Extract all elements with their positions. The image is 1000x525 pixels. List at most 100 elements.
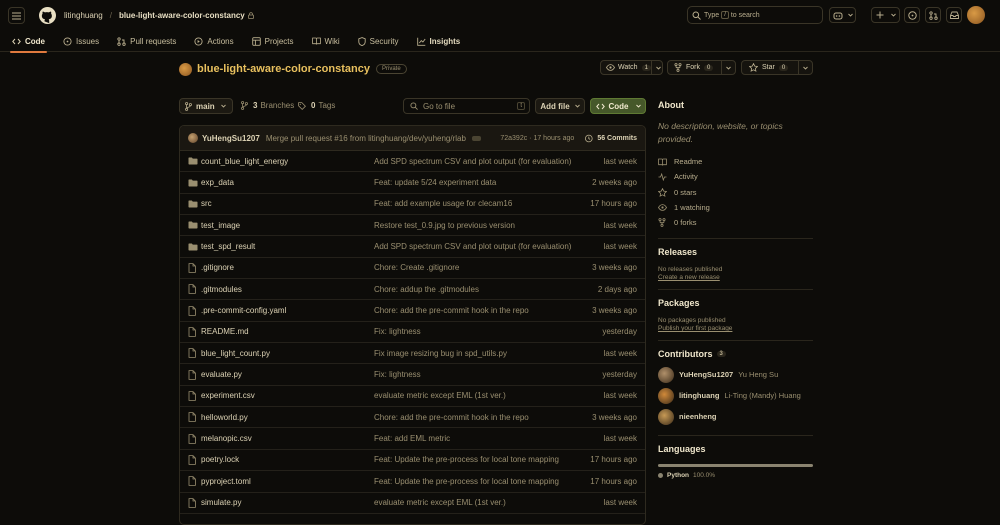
packages-title[interactable]: Packages xyxy=(658,298,813,308)
publish-package-link[interactable]: Publish your first package xyxy=(658,325,813,332)
file-row[interactable]: pyproject.toml Feat: Update the pre-proce… xyxy=(180,471,645,493)
file-commit-message[interactable]: Feat: add EML metric xyxy=(374,434,450,443)
repo-owner-avatar[interactable] xyxy=(179,62,192,76)
releases-title[interactable]: Releases xyxy=(658,247,813,257)
contributor-avatar[interactable] xyxy=(658,366,674,383)
contributor-username[interactable]: nieenheng xyxy=(679,412,717,421)
file-row[interactable]: .gitignore Chore: Create .gitignore 3 week… xyxy=(180,258,645,280)
add-file-button[interactable]: Add file xyxy=(535,98,585,114)
file-name[interactable]: melanopic.csv xyxy=(201,434,252,443)
global-search-input[interactable]: Type / to search xyxy=(687,6,823,24)
issues-shortcut-button[interactable] xyxy=(904,7,920,23)
file-name[interactable]: README.md xyxy=(201,327,249,336)
file-name[interactable]: experiment.csv xyxy=(201,391,255,400)
breadcrumb-owner[interactable]: litinghuang xyxy=(64,11,103,20)
file-commit-message[interactable]: Add SPD spectrum CSV and plot output (fo… xyxy=(374,157,571,166)
commit-hash-time[interactable]: 72a392c · 17 hours ago xyxy=(500,135,574,142)
file-name[interactable]: .gitmodules xyxy=(201,285,242,294)
file-name[interactable]: .gitignore xyxy=(201,263,234,272)
tab-projects[interactable]: Projects xyxy=(250,31,296,52)
file-name[interactable]: test_spd_result xyxy=(201,242,255,251)
create-release-link[interactable]: Create a new release xyxy=(658,274,813,281)
hamburger-menu-icon[interactable] xyxy=(8,7,25,24)
language-item[interactable]: Python 100.0% xyxy=(658,472,813,479)
repo-name[interactable]: blue-light-aware-color-constancy xyxy=(197,63,370,75)
copilot-button[interactable] xyxy=(829,7,856,23)
about-item[interactable]: Activity xyxy=(658,169,813,184)
file-commit-message[interactable]: Add SPD spectrum CSV and plot output (fo… xyxy=(374,242,571,251)
file-row[interactable]: evaluate.py Fix: lightness yesterday xyxy=(180,364,645,386)
contributor-username[interactable]: litinghuang xyxy=(679,391,719,400)
file-commit-message[interactable]: Restore test_0.9.jpg to previous version xyxy=(374,221,515,230)
contributor-item[interactable]: YuHengSu1207 Yu Heng Su xyxy=(658,364,813,385)
contributors-title[interactable]: Contributors xyxy=(658,349,713,359)
file-row[interactable]: README.md Fix: lightness yesterday xyxy=(180,322,645,344)
file-commit-message[interactable]: evaluate metric except EML (1st ver.) xyxy=(374,391,506,400)
tags-link[interactable]: 0 Tags xyxy=(298,101,335,110)
go-to-file-input[interactable]: Go to file t xyxy=(403,98,530,114)
file-commit-message[interactable]: Fix: lightness xyxy=(374,370,421,379)
contributor-username[interactable]: YuHengSu1207 xyxy=(679,370,733,379)
chevron-down-icon[interactable] xyxy=(798,61,812,74)
file-commit-message[interactable]: Feat: Update the pre-process for local t… xyxy=(374,477,559,486)
user-avatar[interactable] xyxy=(967,6,985,24)
file-row[interactable]: test_image Restore test_0.9.jpg to previo… xyxy=(180,215,645,237)
code-button[interactable]: Code xyxy=(590,98,646,114)
file-commit-message[interactable]: Fix image resizing bug in spd_utils.py xyxy=(374,349,507,358)
file-name[interactable]: evaluate.py xyxy=(201,370,242,379)
contributor-item[interactable]: litinghuang Li-Ting (Mandy) Huang xyxy=(658,385,813,406)
file-name[interactable]: helloworld.py xyxy=(201,413,248,422)
file-name[interactable]: simulate.py xyxy=(201,498,241,507)
commit-message[interactable]: Merge pull request #16 from litinghuang/… xyxy=(266,134,466,143)
tab-pull-requests[interactable]: Pull requests xyxy=(115,31,178,52)
file-commit-message[interactable]: Feat: Update the pre-process for local t… xyxy=(374,455,559,464)
file-commit-message[interactable]: Feat: update 5/24 experiment data xyxy=(374,178,496,187)
file-name[interactable]: pyproject.toml xyxy=(201,477,251,486)
contributor-avatar[interactable] xyxy=(658,387,674,404)
tab-security[interactable]: Security xyxy=(356,31,401,52)
breadcrumb-repo[interactable]: blue-light-aware-color-constancy xyxy=(119,11,245,20)
file-row[interactable]: helloworld.py Chore: add the pre-commit h… xyxy=(180,407,645,429)
inbox-button[interactable] xyxy=(946,7,962,23)
file-row[interactable]: melanopic.csv Feat: add EML metric last we… xyxy=(180,428,645,450)
file-row[interactable]: .pre-commit-config.yaml Chore: add the pr… xyxy=(180,300,645,322)
branch-selector[interactable]: main xyxy=(179,98,233,114)
create-new-button[interactable] xyxy=(871,7,900,23)
file-row[interactable]: .gitmodules Chore: addup the .gitmodules 2… xyxy=(180,279,645,301)
commit-author[interactable]: YuHengSu1207 xyxy=(202,134,260,143)
chevron-down-icon[interactable] xyxy=(650,61,665,74)
file-commit-message[interactable]: Chore: addup the .gitmodules xyxy=(374,285,479,294)
file-row[interactable]: src Feat: add example usage for clecam16 1… xyxy=(180,194,645,216)
commit-author-avatar[interactable] xyxy=(188,133,198,143)
branches-link[interactable]: 3 Branches xyxy=(241,101,294,110)
file-row[interactable]: simulate.py evaluate metric except EML (1… xyxy=(180,493,645,514)
file-commit-message[interactable]: Fix: lightness xyxy=(374,327,421,336)
about-item[interactable]: 1 watching xyxy=(658,200,813,215)
tab-wiki[interactable]: Wiki xyxy=(310,31,342,52)
chevron-down-icon[interactable] xyxy=(721,61,735,74)
file-commit-message[interactable]: Chore: add the pre-commit hook in the re… xyxy=(374,306,529,315)
tab-actions[interactable]: Actions xyxy=(192,31,235,52)
file-name[interactable]: src xyxy=(201,199,212,208)
about-item[interactable]: 0 stars xyxy=(658,185,813,200)
contributor-item[interactable]: nieenheng xyxy=(658,406,813,427)
file-commit-message[interactable]: Chore: add the pre-commit hook in the re… xyxy=(374,413,529,422)
file-name[interactable]: blue_light_count.py xyxy=(201,349,270,358)
file-name[interactable]: exp_data xyxy=(201,178,234,187)
file-row[interactable]: test_spd_result Add SPD spectrum CSV and … xyxy=(180,236,645,258)
file-row[interactable]: experiment.csv evaluate metric except EML… xyxy=(180,386,645,408)
tab-issues[interactable]: Issues xyxy=(61,31,101,52)
file-row[interactable]: poetry.lock Feat: Update the pre-process … xyxy=(180,450,645,472)
file-name[interactable]: test_image xyxy=(201,221,240,230)
file-row[interactable]: exp_data Feat: update 5/24 experiment dat… xyxy=(180,172,645,194)
github-logo-icon[interactable] xyxy=(39,7,56,24)
about-item[interactable]: 0 forks xyxy=(658,215,813,230)
file-name[interactable]: count_blue_light_energy xyxy=(201,157,288,166)
file-name[interactable]: poetry.lock xyxy=(201,455,239,464)
file-commit-message[interactable]: evaluate metric except EML (1st ver.) xyxy=(374,498,506,507)
star-button[interactable]: Star 0 xyxy=(741,60,813,75)
file-row[interactable]: count_blue_light_energy Add SPD spectrum … xyxy=(180,151,645,173)
file-commit-message[interactable]: Feat: add example usage for clecam16 xyxy=(374,199,512,208)
file-commit-message[interactable]: Chore: Create .gitignore xyxy=(374,263,459,272)
tab-code[interactable]: Code xyxy=(10,31,47,53)
